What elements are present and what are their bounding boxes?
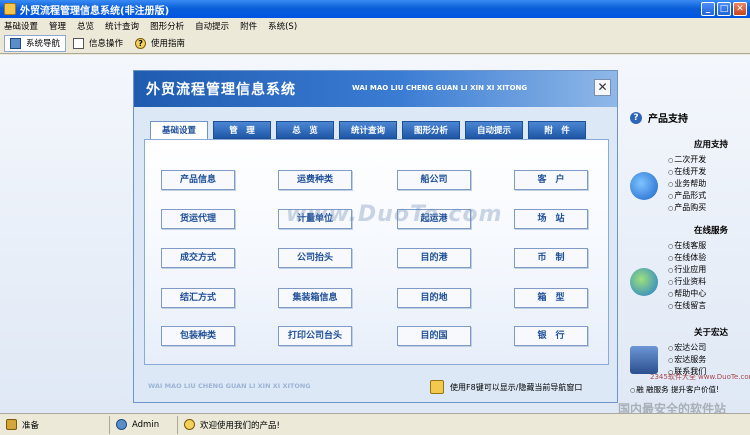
tab-statistics[interactable]: 统计查询: [339, 121, 397, 139]
navigation-icon: [10, 37, 21, 49]
dialog-tabs: 基础设置 管 理 总 览 统计查询 图形分析 自动提示 附 件: [150, 121, 586, 140]
close-button[interactable]: ✕: [733, 2, 747, 16]
tab-auto-prompt[interactable]: 自动提示: [465, 121, 523, 139]
product-support-panel: ? 产品支持 应用支持 二次开发 在线开发 业务帮助 产品形式 产品购买 在线服…: [624, 104, 750, 410]
shipping-company-button[interactable]: 船公司: [397, 170, 471, 190]
status-ready: 准备: [0, 415, 110, 434]
section-heading-app-support: 应用支持: [693, 140, 728, 150]
title-bar: 外贸流程管理信息系统(非注册版) _ □ ✕: [0, 0, 750, 18]
status-ready-label: 准备: [22, 420, 40, 431]
arrow-icon: [630, 172, 658, 200]
app-icon: [4, 3, 16, 15]
container-type-button[interactable]: 箱 型: [514, 288, 588, 308]
tab-graph-analysis[interactable]: 图形分析: [402, 121, 460, 139]
window-title: 外贸流程管理信息系统(非注册版): [20, 5, 170, 17]
question-icon: ?: [630, 111, 642, 124]
bank-button[interactable]: 银 行: [514, 326, 588, 346]
tab-overview[interactable]: 总 览: [276, 121, 334, 139]
menu-auto-prompt[interactable]: 自动提示: [195, 20, 229, 32]
support-link[interactable]: 产品形式: [668, 190, 706, 201]
status-bar: 准备 Admin 欢迎使用我们的产品!: [0, 413, 750, 435]
tab-basic-settings[interactable]: 基础设置: [150, 121, 208, 140]
toolbar: 系统导航 信息操作 ? 使用指南: [0, 33, 750, 54]
info-operation-label: 信息操作: [89, 39, 124, 49]
system-navigation-label: 系统导航: [26, 39, 61, 49]
service-link[interactable]: 帮助中心: [668, 288, 706, 299]
product-support-title: ? 产品支持: [630, 110, 688, 125]
service-link[interactable]: 行业应用: [668, 264, 706, 275]
dialog-footer: WAI MAO LIU CHENG GUAN LI XIN XI XITONG …: [134, 372, 617, 402]
dialog-close-button[interactable]: ✕: [594, 79, 611, 96]
section-heading-online-service: 在线服务: [693, 226, 728, 236]
service-link[interactable]: 在线客服: [668, 240, 706, 251]
footer-subtitle: WAI MAO LIU CHENG GUAN LI XIN XI XITONG: [148, 382, 311, 390]
menu-graph-analysis[interactable]: 图形分析: [150, 20, 184, 32]
section-heading-about: 关于宏达: [693, 328, 728, 338]
product-support-label: 产品支持: [648, 114, 688, 125]
navigation-dialog: 外贸流程管理信息系统 WAI MAO LIU CHENG GUAN LI XIN…: [133, 70, 618, 403]
menu-overview[interactable]: 总览: [77, 20, 94, 32]
destination-button[interactable]: 目的地: [397, 288, 471, 308]
freight-agent-button[interactable]: 货运代理: [161, 209, 235, 229]
tab-manage[interactable]: 管 理: [213, 121, 271, 139]
dialog-subtitle: WAI MAO LIU CHENG GUAN LI XIN XI XITONG: [352, 84, 528, 92]
menu-system[interactable]: 系统(S): [268, 20, 297, 32]
service-tagline: 融 融服务 提升客户价值!: [630, 384, 719, 395]
system-navigation-button[interactable]: 系统导航: [4, 34, 67, 52]
status-message: 欢迎使用我们的产品!: [178, 416, 286, 434]
support-link[interactable]: 产品购买: [668, 202, 706, 213]
destination-port-button[interactable]: 目的港: [397, 248, 471, 268]
footer-hint: 使用F8键可以显示/隐藏当前导航窗口: [450, 383, 583, 392]
status-user-label: Admin: [132, 419, 160, 430]
menu-statistics[interactable]: 统计查询: [105, 20, 139, 32]
support-link[interactable]: 业务帮助: [668, 178, 706, 189]
globe-icon: [630, 268, 658, 296]
customer-button[interactable]: 客 户: [514, 170, 588, 190]
info-operation-button[interactable]: 信息操作: [68, 35, 128, 52]
packing-type-button[interactable]: 包装种类: [161, 326, 235, 346]
container-info-button[interactable]: 集装箱信息: [278, 288, 352, 308]
status-message-label: 欢迎使用我们的产品!: [200, 420, 280, 431]
terminal-button[interactable]: 场 站: [514, 209, 588, 229]
service-link[interactable]: 在线留言: [668, 300, 706, 311]
freight-type-button[interactable]: 运费种类: [278, 170, 352, 190]
dialog-title: 外贸流程管理信息系统: [146, 82, 296, 98]
company-letterhead-button[interactable]: 公司抬头: [278, 248, 352, 268]
user-guide-label: 使用指南: [151, 39, 186, 49]
document-icon: [73, 37, 85, 49]
about-link[interactable]: 宏达公司: [668, 342, 706, 353]
currency-button[interactable]: 币 制: [514, 248, 588, 268]
service-link[interactable]: 在线体验: [668, 252, 706, 263]
menu-basic-settings[interactable]: 基础设置: [4, 20, 38, 32]
maximize-button[interactable]: □: [717, 2, 731, 16]
menu-attachment[interactable]: 附件: [240, 20, 257, 32]
support-link[interactable]: 在线开发: [668, 166, 706, 177]
status-user: Admin: [110, 415, 178, 434]
window-controls: _ □ ✕: [701, 2, 747, 16]
watermark-brand: 2345软件大全 www.DuoTe.com: [650, 373, 750, 381]
user-guide-button[interactable]: ? 使用指南: [130, 35, 190, 52]
destination-country-button[interactable]: 目的国: [397, 326, 471, 346]
support-link[interactable]: 二次开发: [668, 154, 706, 165]
service-link[interactable]: 行业资料: [668, 276, 706, 287]
watermark-text: www.DuoTe.com: [286, 202, 503, 227]
monitor-icon: [630, 346, 658, 374]
tab-attachment[interactable]: 附 件: [528, 121, 586, 139]
message-icon: [184, 419, 195, 430]
dialog-header: 外贸流程管理信息系统 WAI MAO LIU CHENG GUAN LI XIN…: [134, 71, 617, 107]
user-icon: [116, 419, 127, 430]
trade-terms-button[interactable]: 成交方式: [161, 248, 235, 268]
print-letterhead-button[interactable]: 打印公司台头: [278, 326, 352, 346]
minimize-button[interactable]: _: [701, 2, 715, 16]
function-panel: 产品信息 运费种类 船公司 客 户 货运代理 计量单位 起运港 场 站 成交方式…: [144, 139, 609, 365]
settlement-method-button[interactable]: 结汇方式: [161, 288, 235, 308]
hint-icon: [430, 380, 444, 394]
ready-icon: [6, 419, 17, 430]
menu-bar: 基础设置 管理 总览 统计查询 图形分析 自动提示 附件 系统(S): [0, 18, 750, 33]
product-info-button[interactable]: 产品信息: [161, 170, 235, 190]
menu-manage[interactable]: 管理: [49, 20, 66, 32]
about-link[interactable]: 宏达服务: [668, 354, 706, 365]
help-icon: ?: [135, 37, 147, 49]
